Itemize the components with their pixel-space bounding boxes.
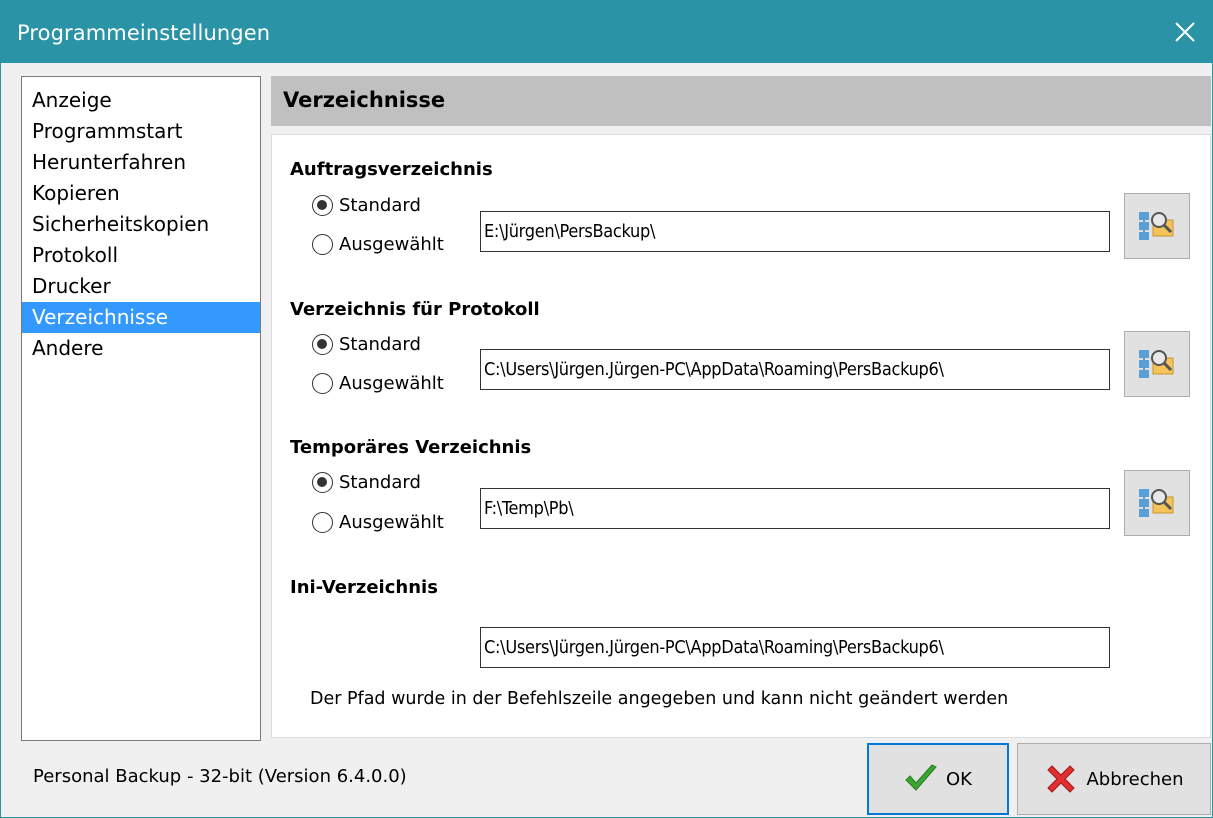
folder-browse-icon bbox=[1139, 212, 1174, 240]
radio-auftrag-standard[interactable]: Standard bbox=[312, 195, 421, 216]
section-title-temp: Temporäres Verzeichnis bbox=[290, 437, 532, 458]
checkmark-icon bbox=[905, 764, 937, 791]
nav-item-kopieren[interactable]: Kopieren bbox=[22, 178, 260, 209]
auftrag-path-field[interactable]: E:\Jürgen\PersBackup\ bbox=[480, 211, 1110, 252]
radio-button-checked[interactable] bbox=[312, 334, 333, 355]
nav-item-verzeichnisse[interactable]: Verzeichnisse bbox=[22, 302, 260, 333]
page-header: Verzeichnisse bbox=[271, 76, 1211, 126]
protokoll-path-field[interactable]: C:\Users\Jürgen.Jürgen-PC\AppData\Roamin… bbox=[480, 349, 1110, 390]
ini-path-field: C:\Users\Jürgen.Jürgen-PC\AppData\Roamin… bbox=[480, 627, 1110, 668]
nav-item-protokoll[interactable]: Protokoll bbox=[22, 240, 260, 271]
ini-note: Der Pfad wurde in der Befehlszeile angeg… bbox=[310, 689, 1009, 709]
temp-path-field[interactable]: F:\Temp\Pb\ bbox=[480, 488, 1110, 529]
radio-label: Ausgewählt bbox=[339, 373, 444, 394]
folder-browse-icon bbox=[1139, 350, 1174, 378]
radio-button-checked[interactable] bbox=[312, 195, 333, 216]
nav-item-sicherheitskopien[interactable]: Sicherheitskopien bbox=[22, 209, 260, 240]
nav-item-programmstart[interactable]: Programmstart bbox=[22, 116, 260, 147]
section-title-auftrag: Auftragsverzeichnis bbox=[290, 159, 493, 180]
title-bar[interactable]: Programmeinstellungen bbox=[1, 1, 1212, 63]
nav-item-anzeige[interactable]: Anzeige bbox=[22, 85, 260, 116]
cancel-button[interactable]: Abbrechen bbox=[1017, 743, 1211, 815]
close-button[interactable] bbox=[1158, 1, 1212, 63]
radio-label: Ausgewählt bbox=[339, 234, 444, 255]
radio-temp-selected[interactable]: Ausgewählt bbox=[312, 512, 444, 533]
radio-button[interactable] bbox=[312, 512, 333, 533]
window-title: Programmeinstellungen bbox=[17, 21, 271, 45]
section-title-protokoll: Verzeichnis für Protokoll bbox=[290, 299, 540, 320]
nav-item-drucker[interactable]: Drucker bbox=[22, 271, 260, 302]
radio-label: Ausgewählt bbox=[339, 512, 444, 533]
ok-button[interactable]: OK bbox=[867, 743, 1009, 815]
radio-label: Standard bbox=[339, 195, 421, 216]
radio-button-checked[interactable] bbox=[312, 472, 333, 493]
browse-auftrag-button[interactable] bbox=[1124, 193, 1190, 259]
radio-protokoll-selected[interactable]: Ausgewählt bbox=[312, 373, 444, 394]
radio-protokoll-standard[interactable]: Standard bbox=[312, 334, 421, 355]
browse-protokoll-button[interactable] bbox=[1124, 331, 1190, 397]
browse-temp-button[interactable] bbox=[1124, 470, 1190, 536]
radio-button[interactable] bbox=[312, 373, 333, 394]
directories-panel: Auftragsverzeichnis Standard Ausgewählt … bbox=[271, 134, 1211, 738]
folder-browse-icon bbox=[1139, 489, 1174, 517]
radio-auftrag-selected[interactable]: Ausgewählt bbox=[312, 234, 444, 255]
nav-item-andere[interactable]: Andere bbox=[22, 333, 260, 364]
close-icon bbox=[1175, 22, 1195, 42]
radio-temp-standard[interactable]: Standard bbox=[312, 472, 421, 493]
settings-category-list[interactable]: Anzeige Programmstart Herunterfahren Kop… bbox=[21, 76, 261, 741]
nav-item-herunterfahren[interactable]: Herunterfahren bbox=[22, 147, 260, 178]
section-title-ini: Ini-Verzeichnis bbox=[290, 577, 438, 598]
cancel-button-label: Abbrechen bbox=[1086, 768, 1184, 790]
version-status: Personal Backup - 32-bit (Version 6.4.0.… bbox=[33, 766, 407, 787]
cross-icon bbox=[1047, 765, 1076, 793]
radio-button[interactable] bbox=[312, 234, 333, 255]
ok-button-label: OK bbox=[946, 768, 972, 790]
page-title: Verzeichnisse bbox=[283, 88, 446, 112]
radio-label: Standard bbox=[339, 472, 421, 493]
radio-label: Standard bbox=[339, 334, 421, 355]
settings-window: Programmeinstellungen Anzeige Programmst… bbox=[0, 0, 1213, 818]
